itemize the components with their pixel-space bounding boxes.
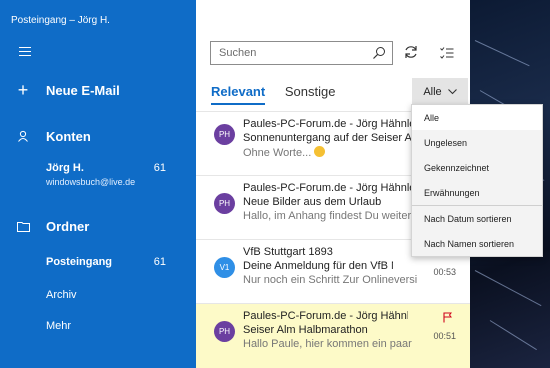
chevron-down-icon (447, 86, 457, 98)
filter-option-flagged[interactable]: Gekennzeichnet (412, 155, 542, 180)
message-item[interactable]: PH Paules-PC-Forum.de - Jörg Hähnle Seis… (196, 303, 470, 368)
account-item[interactable]: Jörg H. windowsbuch@live.de 61 (46, 162, 196, 187)
avatar: PH (214, 193, 235, 214)
filter-selected-label: Alle (423, 86, 442, 98)
sidebar: Posteingang – Jörg H. + Neue E-Mail Kont… (0, 0, 196, 368)
accounts-heading[interactable]: Konten (0, 124, 196, 148)
folder-count: 61 (153, 256, 166, 268)
avatar: PH (214, 321, 235, 342)
hamburger-menu-icon[interactable] (19, 47, 31, 56)
filter-option-all[interactable]: Alle (412, 105, 542, 130)
avatar: PH (214, 124, 235, 145)
search-placeholder: Suchen (219, 47, 257, 59)
filter-option-mentions[interactable]: Erwähnungen (412, 180, 542, 205)
message-sender: Paules-PC-Forum.de - Jörg Hähnle (243, 310, 408, 322)
flag-icon[interactable] (443, 310, 452, 328)
folders-heading-label: Ordner (46, 218, 90, 234)
message-time: 00:51 (433, 331, 456, 341)
account-unread-count: 61 (153, 162, 166, 174)
folder-icon (0, 221, 46, 232)
inbox-tabs: Relevant Sonstige (211, 84, 351, 105)
folder-item-inbox[interactable]: Posteingang 61 (46, 256, 196, 268)
tab-focused[interactable]: Relevant (211, 84, 265, 105)
tab-other[interactable]: Sonstige (285, 84, 336, 99)
message-sender: Paules-PC-Forum.de - Jörg Hähnle (243, 118, 416, 130)
message-sender: Paules-PC-Forum.de - Jörg Hähnle (243, 182, 416, 194)
folder-item-more[interactable]: Mehr (46, 320, 196, 332)
message-subject: Seiser Alm Halbmarathon (243, 324, 368, 336)
person-icon (0, 130, 46, 142)
folder-item-archive[interactable]: Archiv (46, 289, 196, 301)
filter-dropdown-button[interactable]: Alle (412, 78, 468, 106)
folder-label: Posteingang (46, 256, 113, 268)
message-preview: Hallo, im Anhang findest Du weitere (243, 210, 417, 222)
message-subject: Deine Anmeldung für den VfB Newsletter (243, 260, 393, 272)
filter-dropdown-menu: Alle Ungelesen Gekennzeichnet Erwähnunge… (411, 104, 543, 257)
folder-label: Archiv (46, 289, 77, 301)
new-mail-label: Neue E-Mail (46, 82, 120, 98)
folder-label: Mehr (46, 320, 72, 332)
accounts-heading-label: Konten (46, 128, 91, 144)
message-preview: Nur noch ein Schritt Zur Onlineversion (243, 274, 417, 286)
sort-by-date-option[interactable]: Nach Datum sortieren (412, 206, 542, 231)
selection-mode-icon[interactable] (440, 46, 454, 64)
avatar: V1 (214, 257, 235, 278)
message-sender: VfB Stuttgart 1893 (243, 246, 333, 258)
message-preview: Ohne Worte... (243, 146, 417, 159)
message-time: 00:53 (433, 267, 456, 277)
new-mail-button[interactable]: + Neue E-Mail (0, 76, 196, 104)
search-icon[interactable] (372, 46, 386, 65)
window-title: Posteingang – Jörg H. (11, 15, 110, 26)
sort-by-name-option[interactable]: Nach Namen sortieren (412, 231, 542, 256)
plus-icon: + (17, 79, 29, 100)
sync-icon[interactable] (403, 44, 419, 65)
account-email: windowsbuch@live.de (46, 177, 136, 187)
message-preview: Hallo Paule, hier kommen ein paar (243, 338, 412, 350)
search-input[interactable]: Suchen (210, 41, 393, 65)
smiley-emoji-icon (314, 146, 326, 157)
message-subject: Sonnenuntergang auf der Seiser Alm (243, 132, 417, 144)
filter-option-unread[interactable]: Ungelesen (412, 130, 542, 155)
account-name: Jörg H. (46, 162, 84, 174)
folders-heading[interactable]: Ordner (0, 214, 196, 238)
message-subject: Neue Bilder aus dem Urlaub (243, 196, 382, 208)
